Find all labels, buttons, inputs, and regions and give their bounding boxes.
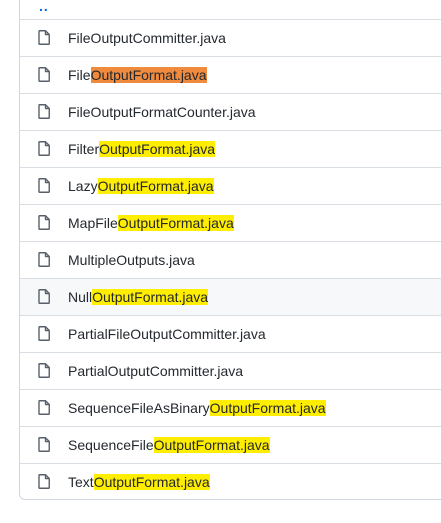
file-icon — [38, 104, 50, 119]
file-name-text: Lazy — [68, 178, 98, 194]
file-name-link[interactable]: LazyOutputFormat.java — [68, 178, 214, 195]
file-name-text: SequenceFileAsBinary — [68, 400, 210, 416]
file-row[interactable]: PartialOutputCommitter.java — [20, 352, 441, 389]
parent-directory-row[interactable]: .. — [20, 0, 441, 19]
file-icon — [38, 474, 50, 489]
file-icon — [38, 326, 50, 341]
file-row[interactable]: SequenceFileAsBinaryOutputFormat.java — [20, 389, 441, 426]
file-name-text: FileOutputCommitter.java — [68, 30, 226, 46]
file-name-link[interactable]: FileOutputCommitter.java — [68, 30, 226, 47]
file-icon — [38, 363, 50, 378]
file-name-text: MapFile — [68, 215, 118, 231]
file-row[interactable]: MultipleOutputs.java — [20, 241, 441, 278]
file-icon — [38, 437, 50, 452]
search-match: OutputFormat.java — [92, 289, 209, 305]
file-icon — [38, 252, 50, 267]
file-row[interactable]: FileOutputFormatCounter.java — [20, 93, 441, 130]
file-row[interactable]: TextOutputFormat.java — [20, 463, 441, 499]
file-name-text: Filter — [68, 141, 100, 157]
file-name-text: Null — [68, 289, 93, 305]
file-row[interactable]: PartialFileOutputCommitter.java — [20, 315, 441, 352]
file-name-link[interactable]: MultipleOutputs.java — [68, 252, 195, 269]
file-icon — [38, 215, 50, 230]
file-name-link[interactable]: PartialFileOutputCommitter.java — [68, 326, 266, 343]
file-name-link[interactable]: PartialOutputCommitter.java — [68, 363, 243, 380]
file-name-text: SequenceFile — [68, 437, 154, 453]
file-name-link[interactable]: MapFileOutputFormat.java — [68, 215, 234, 232]
file-name-text: MultipleOutputs.java — [68, 252, 195, 268]
file-icon — [38, 289, 50, 304]
file-row[interactable]: FileOutputCommitter.java — [20, 19, 441, 56]
file-icon — [38, 67, 50, 82]
file-list: .. FileOutputCommitter.java FileOutputFor… — [19, 0, 441, 500]
file-row[interactable]: MapFileOutputFormat.java — [20, 204, 441, 241]
file-name-link[interactable]: FileOutputFormatCounter.java — [68, 104, 256, 121]
file-row[interactable]: FileOutputFormat.java — [20, 56, 441, 93]
search-match: OutputFormat.java — [99, 141, 216, 157]
file-name-link[interactable]: FileOutputFormat.java — [68, 67, 207, 84]
file-name-link[interactable]: SequenceFileOutputFormat.java — [68, 437, 270, 454]
file-name-link[interactable]: NullOutputFormat.java — [68, 289, 209, 306]
search-match: OutputFormat.java — [117, 215, 234, 231]
search-match-active: OutputFormat.java — [90, 67, 207, 83]
file-name-link[interactable]: TextOutputFormat.java — [68, 474, 210, 491]
file-name-link[interactable]: SequenceFileAsBinaryOutputFormat.java — [68, 400, 326, 417]
search-match: OutputFormat.java — [153, 437, 270, 453]
file-row[interactable]: FilterOutputFormat.java — [20, 130, 441, 167]
parent-directory-link[interactable]: .. — [39, 0, 49, 14]
file-name-text: Text — [68, 474, 94, 490]
file-icon — [38, 178, 50, 193]
search-match: OutputFormat.java — [93, 474, 210, 490]
file-icon — [38, 141, 50, 156]
file-icon — [38, 30, 50, 45]
search-match: OutputFormat.java — [97, 178, 214, 194]
file-name-text: PartialOutputCommitter.java — [68, 363, 244, 379]
file-row[interactable]: LazyOutputFormat.java — [20, 167, 441, 204]
file-name-link[interactable]: FilterOutputFormat.java — [68, 141, 216, 158]
file-name-text: PartialFileOutputCommitter.java — [68, 326, 266, 342]
search-match: OutputFormat.java — [209, 400, 326, 416]
file-row[interactable]: SequenceFileOutputFormat.java — [20, 426, 441, 463]
file-name-text: File — [68, 67, 91, 83]
file-icon — [38, 400, 50, 415]
file-name-text: FileOutputFormatCounter.java — [68, 104, 256, 120]
file-row[interactable]: NullOutputFormat.java — [20, 278, 441, 315]
